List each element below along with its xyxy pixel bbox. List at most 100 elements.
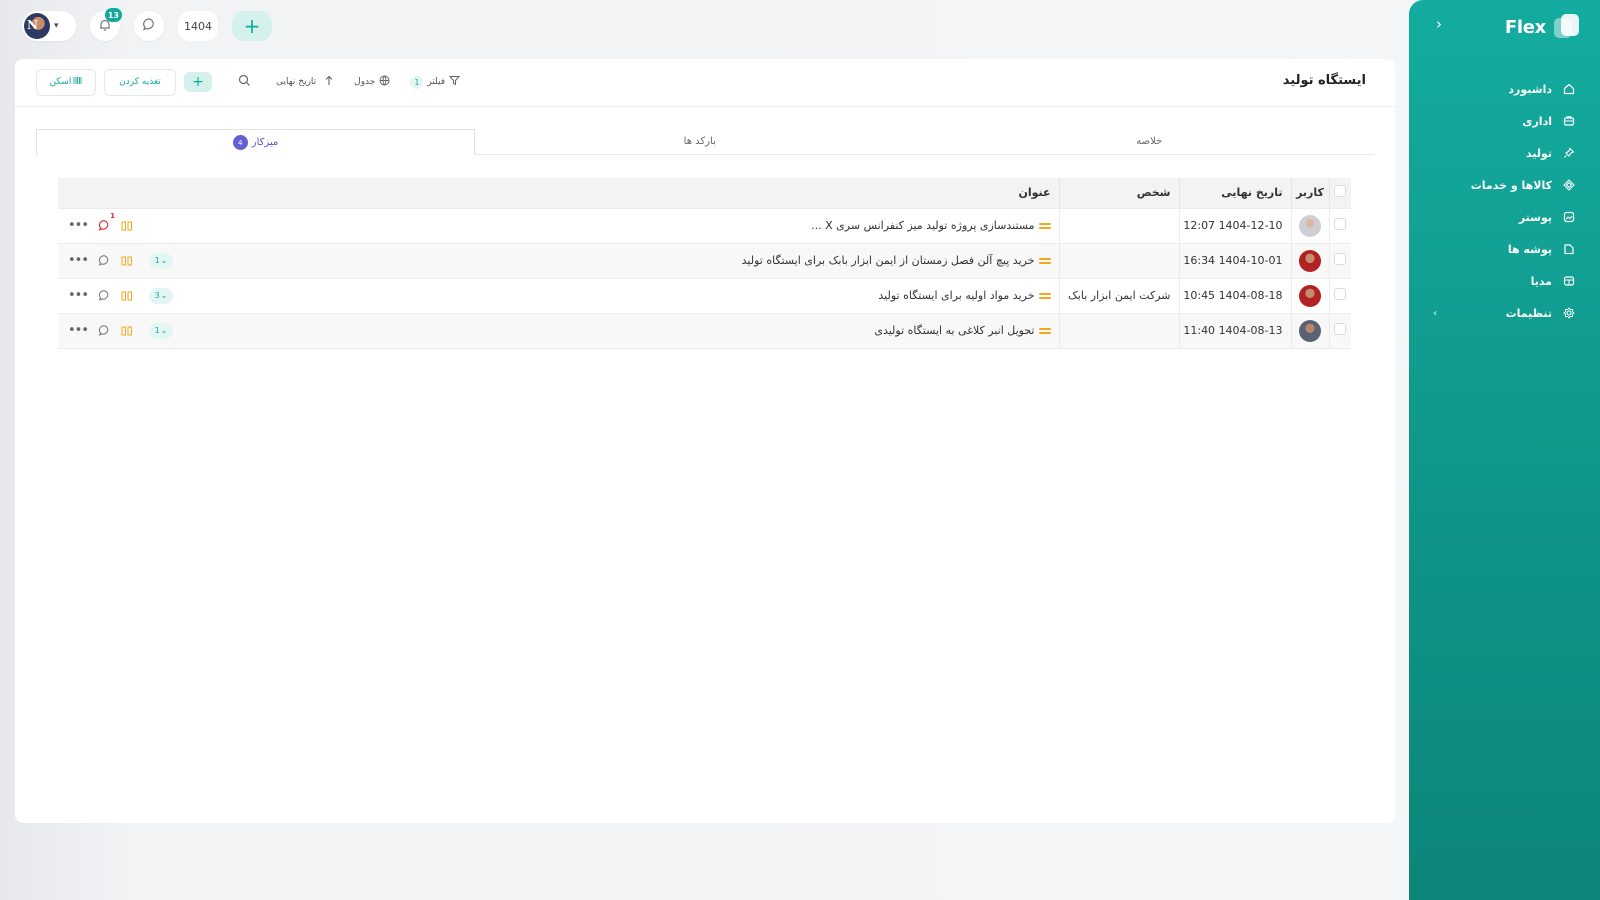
priority-medium-icon [1038,257,1051,264]
search-button[interactable] [232,70,256,94]
add-item-button[interactable]: + [184,72,212,92]
priority-medium-icon [1038,327,1051,334]
view-toggle-button[interactable]: جدول [354,75,390,89]
row-check-cell [1328,208,1351,244]
sidebar-item-production[interactable]: تولید [1409,137,1600,169]
column-header-user[interactable]: کاربر [1290,178,1329,209]
due-date-cell: 1404-12-10 12:07 [1178,208,1291,244]
notification-count-badge: 13 [104,8,122,22]
user-menu[interactable]: ▾ [22,11,76,41]
title-cell: خرید مواد اولیه برای ایستگاه تولید ••• 3… [58,278,1059,314]
subtasks-icon[interactable] [121,291,133,301]
table-row[interactable]: 1404-10-01 16:34 خرید پیچ آلن فصل زمستان… [58,243,1351,279]
task-title[interactable]: خرید مواد اولیه برای ایستگاه تولید [878,289,1034,302]
page-title: ایستگاه تولید [1282,73,1366,88]
comment-count-badge: 1 [110,212,116,220]
subtask-count-pill[interactable]: 1 ⌄ [149,322,174,339]
search-icon [238,74,251,90]
select-all-checkbox[interactable] [1334,185,1347,198]
header-divider [15,106,1395,107]
table-row[interactable]: 1404-12-10 12:07 مستندسازی پروژه تولید م… [58,208,1351,244]
comments-button[interactable] [98,289,111,302]
sidebar-item-media[interactable]: مدیا [1409,265,1600,297]
sidebar-collapse-button[interactable]: › [1429,14,1449,34]
table-row[interactable]: 1404-08-18 10:45 شرکت ایمن ابزار بابک خر… [58,278,1351,314]
row-checkbox[interactable] [1334,288,1347,300]
subtask-count: 1 [154,256,160,265]
sidebar-item-label: تنظیمات [1505,306,1552,320]
filter-button[interactable]: 1 فیلتر [410,75,461,89]
row-checkbox[interactable] [1334,253,1347,265]
sidebar-item-office[interactable]: اداری [1409,105,1600,137]
sidebar-item-settings[interactable]: تنظیمات ‹ [1409,297,1600,329]
sidebar-item-poster[interactable]: پوستر [1409,201,1600,233]
row-actions: ••• 1 ⌄ [58,252,174,269]
sidebar-item-folders[interactable]: پوشه ها [1409,233,1600,265]
chat-icon [142,17,157,35]
more-options-icon[interactable]: ••• [68,253,89,268]
row-actions: ••• 1 ⌄ [58,322,174,339]
folder-icon [1562,242,1576,256]
pin-icon [1562,146,1576,160]
year-selector[interactable]: 1404 [178,11,218,41]
select-all-cell [1328,178,1351,209]
tab-summary[interactable]: خلاصه [925,129,1375,154]
person-cell: شرکت ایمن ابزار بابک [1058,278,1179,314]
user-cell [1290,208,1329,244]
comments-button[interactable] [98,254,111,267]
sort-button[interactable]: تاریخ نهایی [276,75,334,89]
plus-icon: + [192,74,204,90]
toolbar: اسکن تغذیه کردن + تاریخ نهایی جدول 1 فیل… [36,68,461,96]
tab-barcodes[interactable]: بارکد ها [475,129,925,154]
task-title[interactable]: تحویل انبر کلاغی به ایستگاه تولیدی [874,324,1034,337]
more-options-icon[interactable]: ••• [68,323,89,338]
user-cell [1290,278,1329,314]
chat-icon [98,290,109,301]
title-cell: مستندسازی پروژه تولید میز کنفرانس سری X … [58,208,1059,244]
notifications-button[interactable]: 13 [90,8,122,41]
task-title[interactable]: خرید پیچ آلن فصل زمستان از ایمن ابزار با… [742,254,1035,267]
row-checkbox[interactable] [1334,218,1347,230]
title-cell: تحویل انبر کلاغی به ایستگاه تولیدی ••• 1… [58,313,1059,349]
more-options-icon[interactable]: ••• [68,218,89,233]
table-header-row: کاربر تاریخ نهایی شخص عنوان [58,178,1351,209]
comments-button[interactable]: 1 [98,212,115,232]
chevron-down-icon: ⌄ [160,326,168,335]
task-title[interactable]: مستندسازی پروژه تولید میز کنفرانس سری X … [811,219,1034,232]
more-options-icon[interactable]: ••• [68,288,89,303]
row-checkbox[interactable] [1334,323,1347,335]
column-header-title[interactable]: عنوان [58,178,1059,209]
brand-name: Flex [1504,16,1546,38]
sidebar-item-label: کالاها و خدمات [1470,178,1552,192]
sidebar-item-dashboard[interactable]: داشبورد [1409,73,1600,105]
sidebar-item-goods-services[interactable]: کالاها و خدمات [1409,169,1600,201]
due-date-cell: 1404-08-18 10:45 [1178,278,1291,314]
add-button[interactable]: + [232,11,272,41]
topbar: ▾ 13 1404 + [22,8,272,42]
column-header-person[interactable]: شخص [1058,178,1179,209]
due-date-cell: 1404-10-01 16:34 [1178,243,1291,279]
tab-count-badge: 4 [232,135,248,150]
chevron-down-icon: ⌄ [160,291,168,300]
sidebar-item-label: داشبورد [1508,82,1552,96]
subtask-count-pill[interactable]: 1 ⌄ [149,252,174,269]
feed-button[interactable]: تغذیه کردن [104,68,176,96]
sidebar-item-label: پوستر [1518,210,1552,224]
subtasks-icon[interactable] [121,326,133,336]
messages-button[interactable] [134,11,164,41]
tasks-table: کاربر تاریخ نهایی شخص عنوان 1404-12-10 1… [58,178,1351,349]
table-row[interactable]: 1404-08-13 11:40 تحویل انبر کلاغی به ایس… [58,313,1351,349]
tab-workspace[interactable]: 4 میزکار [36,129,475,155]
subtasks-icon[interactable] [121,221,133,231]
chat-icon [98,255,109,266]
subtasks-icon[interactable] [121,256,133,266]
row-check-cell [1328,313,1351,349]
tab-bar: 4 میزکار بارکد ها خلاصه [36,129,1374,155]
row-check-cell [1328,278,1351,314]
filter-label: فیلتر [427,77,446,87]
column-header-due-date[interactable]: تاریخ نهایی [1178,178,1291,209]
subtask-count-pill[interactable]: 3 ⌄ [149,287,174,304]
scan-button[interactable]: اسکن [36,68,96,96]
avatar [24,13,50,39]
comments-button[interactable] [98,324,111,337]
